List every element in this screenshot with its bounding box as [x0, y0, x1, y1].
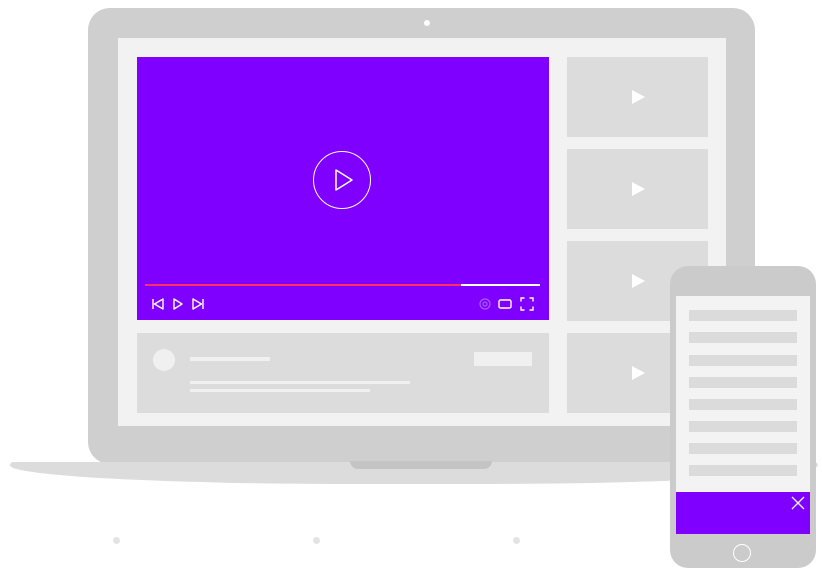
pagination-dot[interactable] — [113, 537, 120, 544]
close-icon[interactable] — [791, 496, 805, 510]
pagination-dot[interactable] — [313, 537, 320, 544]
list-item[interactable] — [689, 421, 797, 432]
fullscreen-icon[interactable] — [520, 297, 534, 311]
play-icon[interactable] — [171, 297, 185, 311]
progress-fill — [145, 284, 461, 286]
play-circle-icon[interactable] — [313, 151, 371, 209]
play-icon — [632, 366, 645, 380]
video-thumbnail[interactable] — [567, 149, 708, 229]
list-item[interactable] — [689, 399, 797, 410]
home-button-icon[interactable] — [733, 544, 751, 562]
video-info-panel — [137, 333, 549, 413]
camera-icon — [424, 20, 430, 26]
settings-icon[interactable] — [478, 297, 492, 311]
channel-name-placeholder — [190, 357, 270, 361]
play-icon — [632, 274, 645, 288]
pagination-dot[interactable] — [513, 537, 520, 544]
description-line — [190, 381, 410, 384]
theater-mode-icon[interactable] — [498, 297, 512, 311]
subscribe-button[interactable] — [474, 352, 532, 366]
previous-icon[interactable] — [151, 297, 165, 311]
description-line — [190, 389, 370, 392]
play-icon — [632, 182, 645, 196]
avatar[interactable] — [153, 349, 175, 371]
list-item[interactable] — [689, 443, 797, 454]
phone-banner — [676, 492, 810, 534]
list-item[interactable] — [689, 310, 797, 321]
list-item[interactable] — [689, 332, 797, 343]
laptop-notch — [350, 461, 492, 469]
list-item[interactable] — [689, 355, 797, 366]
list-item[interactable] — [689, 377, 797, 388]
list-item[interactable] — [689, 465, 797, 476]
play-icon — [632, 90, 645, 104]
video-thumbnail[interactable] — [567, 57, 708, 137]
next-icon[interactable] — [191, 297, 205, 311]
